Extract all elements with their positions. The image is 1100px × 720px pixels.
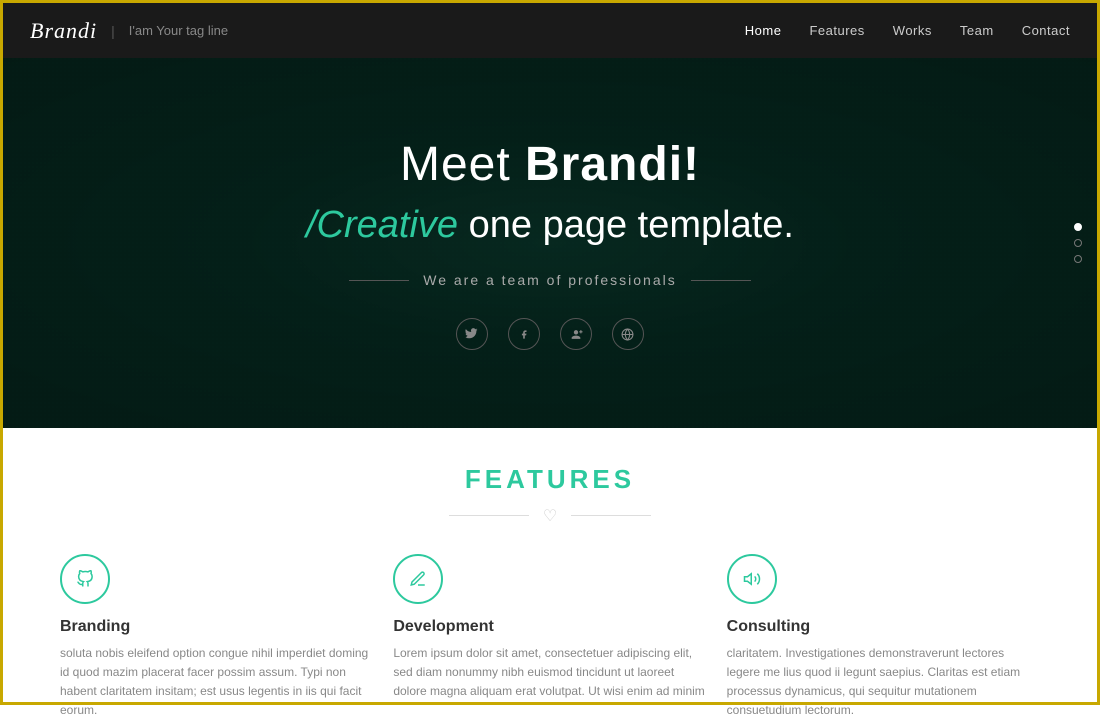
nav-item-features[interactable]: Features (809, 22, 864, 40)
feature-branding: Branding soluta nobis eleifend option co… (60, 554, 373, 720)
facebook-icon[interactable] (508, 318, 540, 350)
globe-icon[interactable] (612, 318, 644, 350)
features-divider: ♡ (60, 503, 1040, 526)
nav-link-team[interactable]: Team (960, 23, 994, 38)
nav-link-contact[interactable]: Contact (1022, 23, 1070, 38)
nav-link-works[interactable]: Works (893, 23, 932, 38)
features-section: FEATURES ♡ Branding soluta nobis eleifen… (0, 428, 1100, 705)
features-grid: Branding soluta nobis eleifend option co… (60, 554, 1040, 720)
development-text: Lorem ipsum dolor sit amet, consectetuer… (393, 644, 706, 702)
brand-logo[interactable]: Brandi (30, 18, 97, 44)
development-title: Development (393, 618, 706, 636)
branding-title: Branding (60, 618, 373, 636)
consulting-title: Consulting (727, 618, 1040, 636)
nav-item-team[interactable]: Team (960, 22, 994, 40)
hero-tagline: We are a team of professionals (306, 272, 794, 288)
consulting-text: claritatem. Investigationes demonstraver… (727, 644, 1040, 720)
consulting-icon (727, 554, 777, 604)
dot-3[interactable] (1074, 255, 1082, 263)
nav-divider: | (111, 23, 115, 39)
branding-text: soluta nobis eleifend option congue nihi… (60, 644, 373, 720)
heart-icon: ♡ (543, 506, 557, 526)
nav-item-home[interactable]: Home (745, 22, 782, 40)
nav-links: Home Features Works Team Contact (745, 22, 1070, 40)
branding-icon (60, 554, 110, 604)
navbar: Brandi | I'am Your tag line Home Feature… (0, 0, 1100, 58)
hero-title-prefix: Meet (400, 138, 525, 191)
hero-social (306, 318, 794, 350)
google-plus-icon[interactable] (560, 318, 592, 350)
hero-subtitle: /Creative one page template. (306, 201, 794, 250)
hero-content: Meet Brandi! /Creative one page template… (306, 136, 794, 351)
feature-development: Development Lorem ipsum dolor sit amet, … (393, 554, 706, 720)
hero-dots (1074, 223, 1082, 263)
development-icon (393, 554, 443, 604)
nav-item-works[interactable]: Works (893, 22, 932, 40)
features-title: FEATURES (60, 464, 1040, 495)
nav-tagline: I'am Your tag line (129, 23, 228, 38)
hero-accent: /Creative (306, 204, 458, 246)
hero-section: Meet Brandi! /Creative one page template… (0, 58, 1100, 428)
nav-link-features[interactable]: Features (809, 23, 864, 38)
dot-2[interactable] (1074, 239, 1082, 247)
hero-tagline-text: We are a team of professionals (423, 272, 677, 288)
nav-link-home[interactable]: Home (745, 23, 782, 38)
nav-item-contact[interactable]: Contact (1022, 22, 1070, 40)
twitter-icon[interactable] (456, 318, 488, 350)
feature-consulting: Consulting claritatem. Investigationes d… (727, 554, 1040, 720)
hero-subtitle-rest: one page template. (458, 204, 794, 246)
dot-1[interactable] (1074, 223, 1082, 231)
hero-title: Meet Brandi! (306, 136, 794, 194)
hero-title-brand: Brandi! (525, 138, 700, 191)
